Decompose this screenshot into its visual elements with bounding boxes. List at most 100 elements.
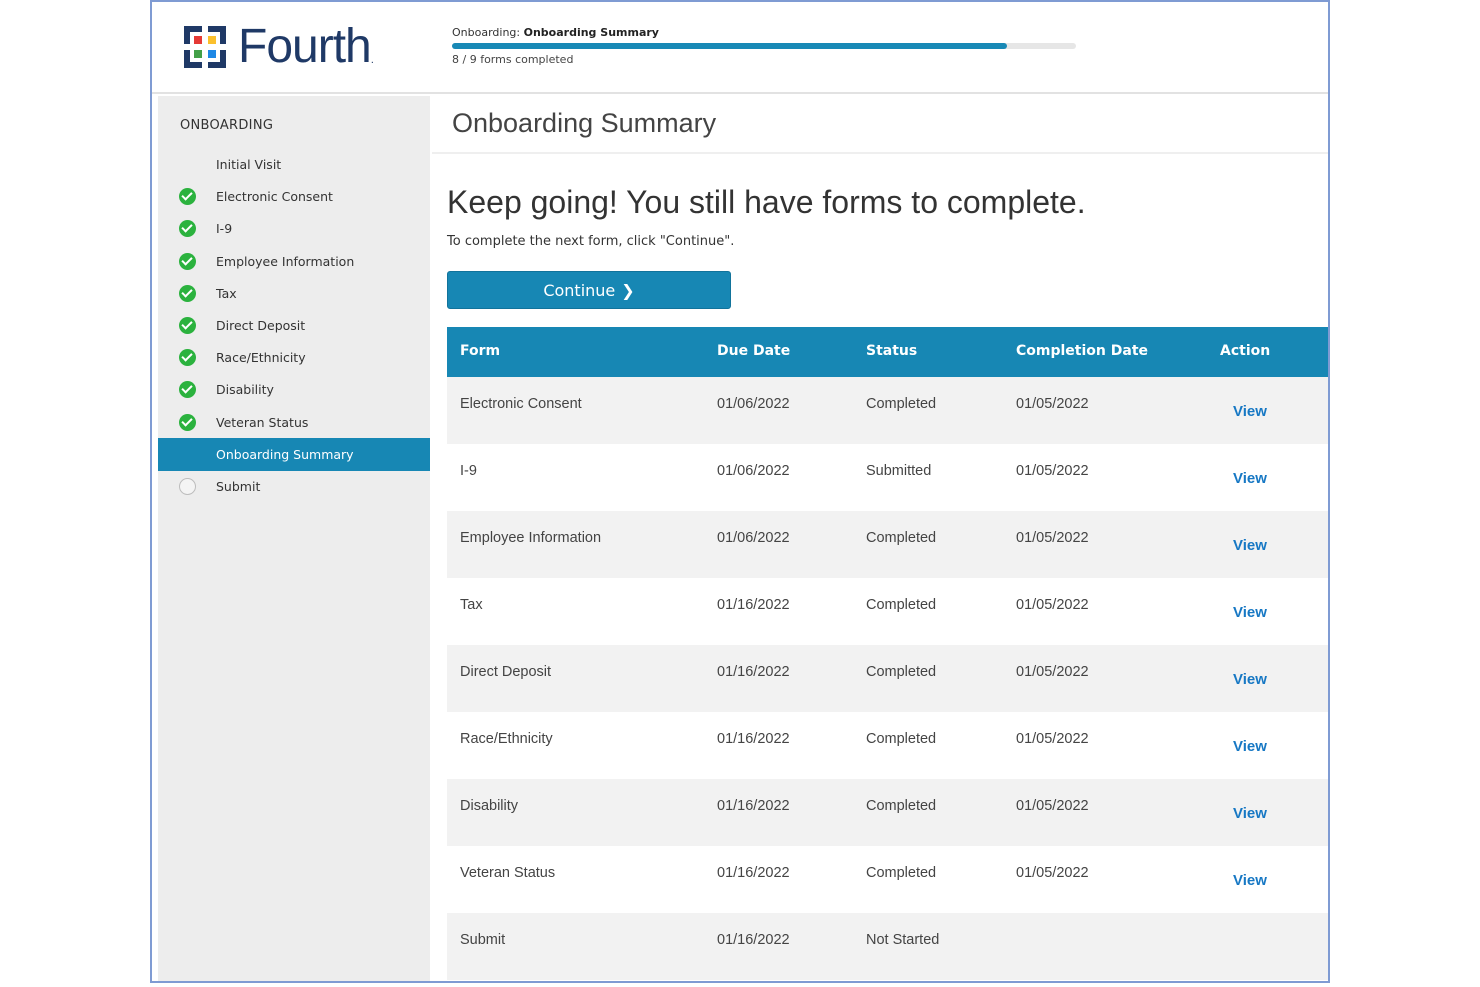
check-circle-icon: [179, 349, 196, 367]
cell-completion-date: 01/05/2022: [1016, 396, 1089, 412]
cell-form: I-9: [460, 463, 477, 479]
progress-bar: [452, 43, 1076, 49]
table-row: Disability 01/16/2022 Completed 01/05/2022 V…: [447, 779, 1328, 846]
table-row: I-9 01/06/2022 Submitted 01/05/2022 View: [447, 444, 1328, 511]
sidebar-item-onboarding-summary[interactable]: Onboarding Summary: [158, 437, 430, 471]
sidebar-item-label: Submit: [216, 479, 261, 494]
cell-form: Employee Information: [460, 530, 602, 546]
sidebar-item-initial-visit[interactable]: Initial Visit: [158, 148, 430, 181]
sidebar-item-label: Veteran Status: [216, 414, 309, 430]
table-row: Submit 01/16/2022 Not Started: [447, 913, 1328, 980]
table-body: Electronic Consent 01/06/2022 Completed 01/…: [447, 377, 1328, 980]
sidebar-item-tax[interactable]: Tax: [158, 277, 430, 310]
cell-form: Submit: [460, 932, 506, 948]
cell-due-date: 01/16/2022: [717, 798, 790, 814]
view-link[interactable]: View: [1233, 403, 1267, 420]
progress-title: Onboarding: Onboarding Summary: [452, 26, 1076, 41]
cell-completion-date: 01/05/2022: [1016, 798, 1089, 814]
cell-form: Veteran Status: [460, 865, 556, 881]
view-link[interactable]: View: [1233, 872, 1267, 889]
sidebar-item-label: Disability: [216, 382, 274, 398]
table-header: Form Due Date Status Completion Date Act…: [447, 327, 1328, 377]
cell-status: Completed: [866, 530, 937, 546]
sidebar-item-label: Direct Deposit: [216, 318, 306, 333]
cell-due-date: 01/16/2022: [717, 597, 790, 613]
cell-completion-date: 01/05/2022: [1016, 865, 1089, 881]
sidebar-item-label: Electronic Consent: [216, 189, 333, 205]
cell-status: Completed: [866, 396, 937, 412]
cell-status: Completed: [866, 865, 937, 881]
sidebar-item-label: Onboarding Summary: [216, 446, 354, 462]
cell-status: Completed: [866, 798, 937, 814]
sidebar-item-electronic-consent[interactable]: Electronic Consent: [158, 180, 430, 213]
sidebar-item-veteran-status[interactable]: Veteran Status: [158, 406, 430, 439]
table-row: Race/Ethnicity 01/16/2022 Completed 01/05/2…: [447, 712, 1328, 779]
cell-completion-date: 01/05/2022: [1016, 731, 1089, 747]
view-link[interactable]: View: [1233, 604, 1267, 621]
check-circle-icon: [179, 252, 196, 270]
check-circle-icon: [179, 381, 196, 399]
table-row: Tax 01/16/2022 Completed 01/05/2022 View: [447, 578, 1328, 645]
sidebar-heading: ONBOARDING: [180, 118, 274, 133]
sidebar-item-i-9[interactable]: I-9: [158, 212, 430, 245]
view-link[interactable]: View: [1233, 470, 1267, 487]
sidebar-item-label: Employee Information: [216, 253, 355, 269]
sidebar-item-label: Tax: [216, 285, 237, 301]
sidebar-item-submit[interactable]: Submit: [158, 470, 430, 503]
instruction-text: To complete the next form, click "Contin…: [447, 234, 735, 249]
fourth-logo-mark-icon: [184, 26, 226, 68]
progress-title-prefix: Onboarding:: [452, 26, 521, 39]
check-circle-icon: [179, 317, 196, 334]
sidebar-item-label: Race/Ethnicity: [216, 350, 306, 366]
table-row: Veteran Status 01/16/2022 Completed 01/05/2…: [447, 846, 1328, 913]
column-header-due-date[interactable]: Due Date: [717, 343, 790, 359]
check-circle-icon: [179, 413, 196, 431]
cell-due-date: 01/16/2022: [717, 865, 790, 881]
sidebar-item-label: Initial Visit: [216, 157, 282, 172]
table-row: Employee Information 01/06/2022 Completed 0…: [447, 511, 1328, 578]
progress-title-current: Onboarding Summary: [523, 26, 659, 39]
headline: Keep going! You still have forms to comp…: [447, 184, 1086, 220]
sidebar-item-employee-information[interactable]: Employee Information: [158, 245, 430, 278]
onboarding-progress: Onboarding: Onboarding Summary 8 / 9 for…: [452, 26, 1076, 66]
cell-completion-date: 01/05/2022: [1016, 530, 1089, 546]
table-row: Direct Deposit 01/16/2022 Completed 01/05/2…: [447, 645, 1328, 712]
view-link[interactable]: View: [1233, 537, 1267, 554]
view-link[interactable]: View: [1233, 738, 1267, 755]
brand-name: Fourth: [238, 20, 372, 73]
table-row: Electronic Consent 01/06/2022 Completed 01/…: [447, 377, 1328, 444]
check-circle-icon: [179, 284, 196, 302]
cell-form: Race/Ethnicity: [460, 731, 553, 747]
sidebar-item-race-ethnicity[interactable]: Race/Ethnicity: [158, 341, 430, 374]
sidebar-item-label: I-9: [216, 221, 233, 237]
cell-completion-date: 01/05/2022: [1016, 664, 1089, 680]
brand-mark: .: [370, 55, 374, 66]
column-header-status[interactable]: Status: [866, 343, 917, 359]
cell-due-date: 01/06/2022: [717, 463, 790, 479]
cell-completion-date: 01/05/2022: [1016, 463, 1089, 479]
continue-button[interactable]: Continue ❯: [447, 271, 731, 309]
column-header-completion-date[interactable]: Completion Date: [1016, 343, 1148, 359]
cell-completion-date: 01/05/2022: [1016, 597, 1089, 613]
sidebar: ONBOARDING Initial Visit Electronic Conse…: [158, 96, 430, 981]
divider: [432, 152, 1328, 154]
view-link[interactable]: View: [1233, 805, 1267, 822]
top-bar: Fourth . Onboarding: Onboarding Summary …: [152, 2, 1328, 94]
fourth-logo[interactable]: Fourth .: [180, 22, 374, 72]
cell-form: Tax: [460, 597, 483, 613]
progress-count: 8 / 9 forms completed: [452, 53, 574, 66]
cell-status: Completed: [866, 664, 937, 680]
column-header-action: Action: [1220, 343, 1271, 359]
sidebar-item-disability[interactable]: Disability: [158, 373, 430, 406]
main-content: Onboarding Summary Keep going! You still…: [432, 96, 1328, 981]
forms-table: Form Due Date Status Completion Date Act…: [447, 327, 1328, 980]
view-link[interactable]: View: [1233, 671, 1267, 688]
column-header-form[interactable]: Form: [460, 343, 500, 359]
cell-form: Direct Deposit: [460, 664, 552, 680]
cell-due-date: 01/16/2022: [717, 731, 790, 747]
cell-status: Completed: [866, 731, 937, 747]
cell-form: Electronic Consent: [460, 396, 582, 412]
progress-bar-fill: [452, 43, 1007, 49]
chevron-right-icon: ❯: [621, 280, 635, 300]
sidebar-item-direct-deposit[interactable]: Direct Deposit: [158, 309, 430, 342]
